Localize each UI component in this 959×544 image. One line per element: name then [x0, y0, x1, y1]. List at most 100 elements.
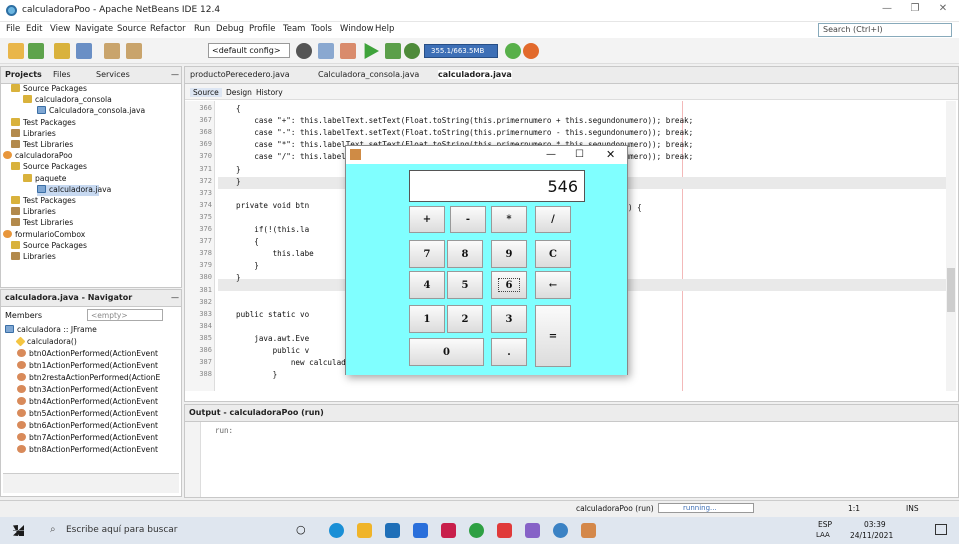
menu-profile[interactable]: Profile	[249, 24, 275, 34]
tab-services[interactable]: Services	[96, 70, 130, 79]
new-project-icon[interactable]	[8, 43, 24, 59]
menu-help[interactable]: Help	[375, 24, 394, 34]
minus-button[interactable]: -	[450, 206, 486, 233]
office-icon[interactable]	[497, 523, 512, 538]
search-icon[interactable]: ⌕	[50, 524, 56, 535]
menu-debug[interactable]: Debug	[216, 24, 244, 34]
menu-file[interactable]: File	[6, 24, 20, 34]
clear-button[interactable]: C	[535, 240, 571, 268]
tree-item[interactable]: Calculadora_consola.java	[37, 106, 145, 117]
tree-item[interactable]: Libraries	[11, 207, 56, 218]
save-all-icon[interactable]	[76, 43, 92, 59]
tree-item[interactable]: Source Packages	[11, 84, 87, 95]
pdf-icon[interactable]	[441, 523, 456, 538]
tree-item[interactable]: Libraries	[11, 252, 56, 263]
status-progress[interactable]: running...	[658, 503, 754, 513]
memory-indicator[interactable]: 355.1/663.5MB	[424, 44, 498, 58]
equals-button[interactable]: =	[535, 305, 571, 367]
netbeans-taskbar-icon[interactable]	[553, 523, 568, 538]
tab-calculadora-consola[interactable]: Calculadora_consola.java	[318, 70, 419, 79]
redo-icon[interactable]	[126, 43, 142, 59]
navigator-item[interactable]: btn2restaActionPerformed(ActionE	[17, 373, 160, 384]
menu-view[interactable]: View	[50, 24, 70, 34]
digit-3-button[interactable]: 3	[491, 305, 527, 333]
pause-io-icon[interactable]	[523, 43, 539, 59]
design-mode-tab[interactable]: Design	[226, 88, 252, 97]
open-project-icon[interactable]	[54, 43, 70, 59]
minimize-panel-icon[interactable]: —	[171, 70, 179, 79]
tab-output[interactable]: Output - calculadoraPoo (run)	[189, 408, 324, 417]
navigator-item[interactable]: btn6ActionPerformed(ActionEvent	[17, 421, 158, 432]
digit-6-button[interactable]: 6	[491, 271, 527, 299]
file-explorer-icon[interactable]	[357, 523, 372, 538]
undo-icon[interactable]	[104, 43, 120, 59]
tree-item[interactable]: Libraries	[11, 129, 56, 140]
source-mode-tab[interactable]: Source	[190, 88, 222, 97]
visual-studio-icon[interactable]	[525, 523, 540, 538]
menu-window[interactable]: Window	[340, 24, 374, 34]
new-file-icon[interactable]	[28, 43, 44, 59]
close-button[interactable]: ✕	[933, 3, 953, 19]
tree-item[interactable]: formularioCombox	[3, 230, 85, 241]
gc-icon[interactable]	[505, 43, 521, 59]
tab-files[interactable]: Files	[53, 70, 71, 79]
menu-run[interactable]: Run	[194, 24, 210, 34]
divide-button[interactable]: /	[535, 206, 571, 233]
digit-1-button[interactable]: 1	[409, 305, 445, 333]
digit-7-button[interactable]: 7	[409, 240, 445, 268]
tree-item[interactable]: Test Libraries	[11, 140, 73, 151]
backspace-button[interactable]: ←	[535, 271, 571, 299]
target-icon[interactable]	[296, 43, 312, 59]
windows-start-icon[interactable]	[13, 525, 24, 536]
tree-item[interactable]: calculadora_consola	[23, 95, 112, 106]
navigator-item[interactable]: btn4ActionPerformed(ActionEvent	[17, 397, 158, 408]
edge-icon[interactable]	[329, 523, 344, 538]
calc-minimize-button[interactable]: —	[546, 149, 556, 160]
tree-item[interactable]: Test Packages	[11, 196, 76, 207]
notifications-icon[interactable]	[935, 524, 947, 535]
menu-navigate[interactable]: Navigate	[75, 24, 113, 34]
taskbar-search-input[interactable]: Escribe aquí para buscar	[66, 525, 178, 535]
digit-2-button[interactable]: 2	[447, 305, 483, 333]
tree-item[interactable]: paquete	[23, 174, 66, 185]
minimize-button[interactable]: —	[877, 3, 897, 19]
digit-8-button[interactable]: 8	[447, 240, 483, 268]
config-select[interactable]: <default config>	[208, 43, 290, 58]
chrome-icon[interactable]	[469, 523, 484, 538]
store-icon[interactable]	[385, 523, 400, 538]
menu-edit[interactable]: Edit	[26, 24, 42, 34]
digit-5-button[interactable]: 5	[447, 271, 483, 299]
members-filter-select[interactable]: <empty>	[87, 309, 163, 321]
clock-date[interactable]: 24/11/2021	[850, 531, 893, 540]
tab-producto-perecedero[interactable]: productoPerecedero.java	[190, 70, 290, 79]
menu-refactor[interactable]: Refactor	[150, 24, 186, 34]
tree-item[interactable]: calculadoraPoo	[3, 151, 73, 162]
tree-item-selected[interactable]: calculadora.java	[37, 185, 111, 196]
navigator-item[interactable]: btn0ActionPerformed(ActionEvent	[17, 349, 158, 360]
debug-icon[interactable]	[385, 43, 401, 59]
navigator-item[interactable]: btn1ActionPerformed(ActionEvent	[17, 361, 158, 372]
digit-9-button[interactable]: 9	[491, 240, 527, 268]
tree-item[interactable]: Source Packages	[11, 162, 87, 173]
java-taskbar-icon[interactable]	[581, 523, 596, 538]
editor-scrollbar[interactable]	[946, 101, 956, 391]
plus-button[interactable]: +	[409, 206, 445, 233]
menu-tools[interactable]: Tools	[311, 24, 332, 34]
keyboard-layout[interactable]: LAA	[816, 531, 830, 539]
tab-projects[interactable]: Projects	[5, 70, 42, 79]
tree-item[interactable]: Test Libraries	[11, 218, 73, 229]
menu-source[interactable]: Source	[117, 24, 146, 34]
word-icon[interactable]	[413, 523, 428, 538]
calc-close-button[interactable]: ✕	[606, 148, 615, 161]
digit-4-button[interactable]: 4	[409, 271, 445, 299]
navigator-item[interactable]: btn8ActionPerformed(ActionEvent	[17, 445, 158, 456]
decimal-point-button[interactable]: .	[491, 338, 527, 366]
navigator-item[interactable]: calculadora()	[15, 336, 77, 348]
maximize-button[interactable]: ❐	[905, 3, 925, 19]
tab-navigator[interactable]: calculadora.java - Navigator	[5, 293, 132, 302]
navigator-item[interactable]: btn3ActionPerformed(ActionEvent	[17, 385, 158, 396]
history-mode-tab[interactable]: History	[256, 88, 283, 97]
navigator-item[interactable]: btn7ActionPerformed(ActionEvent	[17, 433, 158, 444]
navigator-item[interactable]: calculadora :: JFrame	[5, 325, 97, 336]
tree-item[interactable]: Test Packages	[11, 118, 76, 129]
